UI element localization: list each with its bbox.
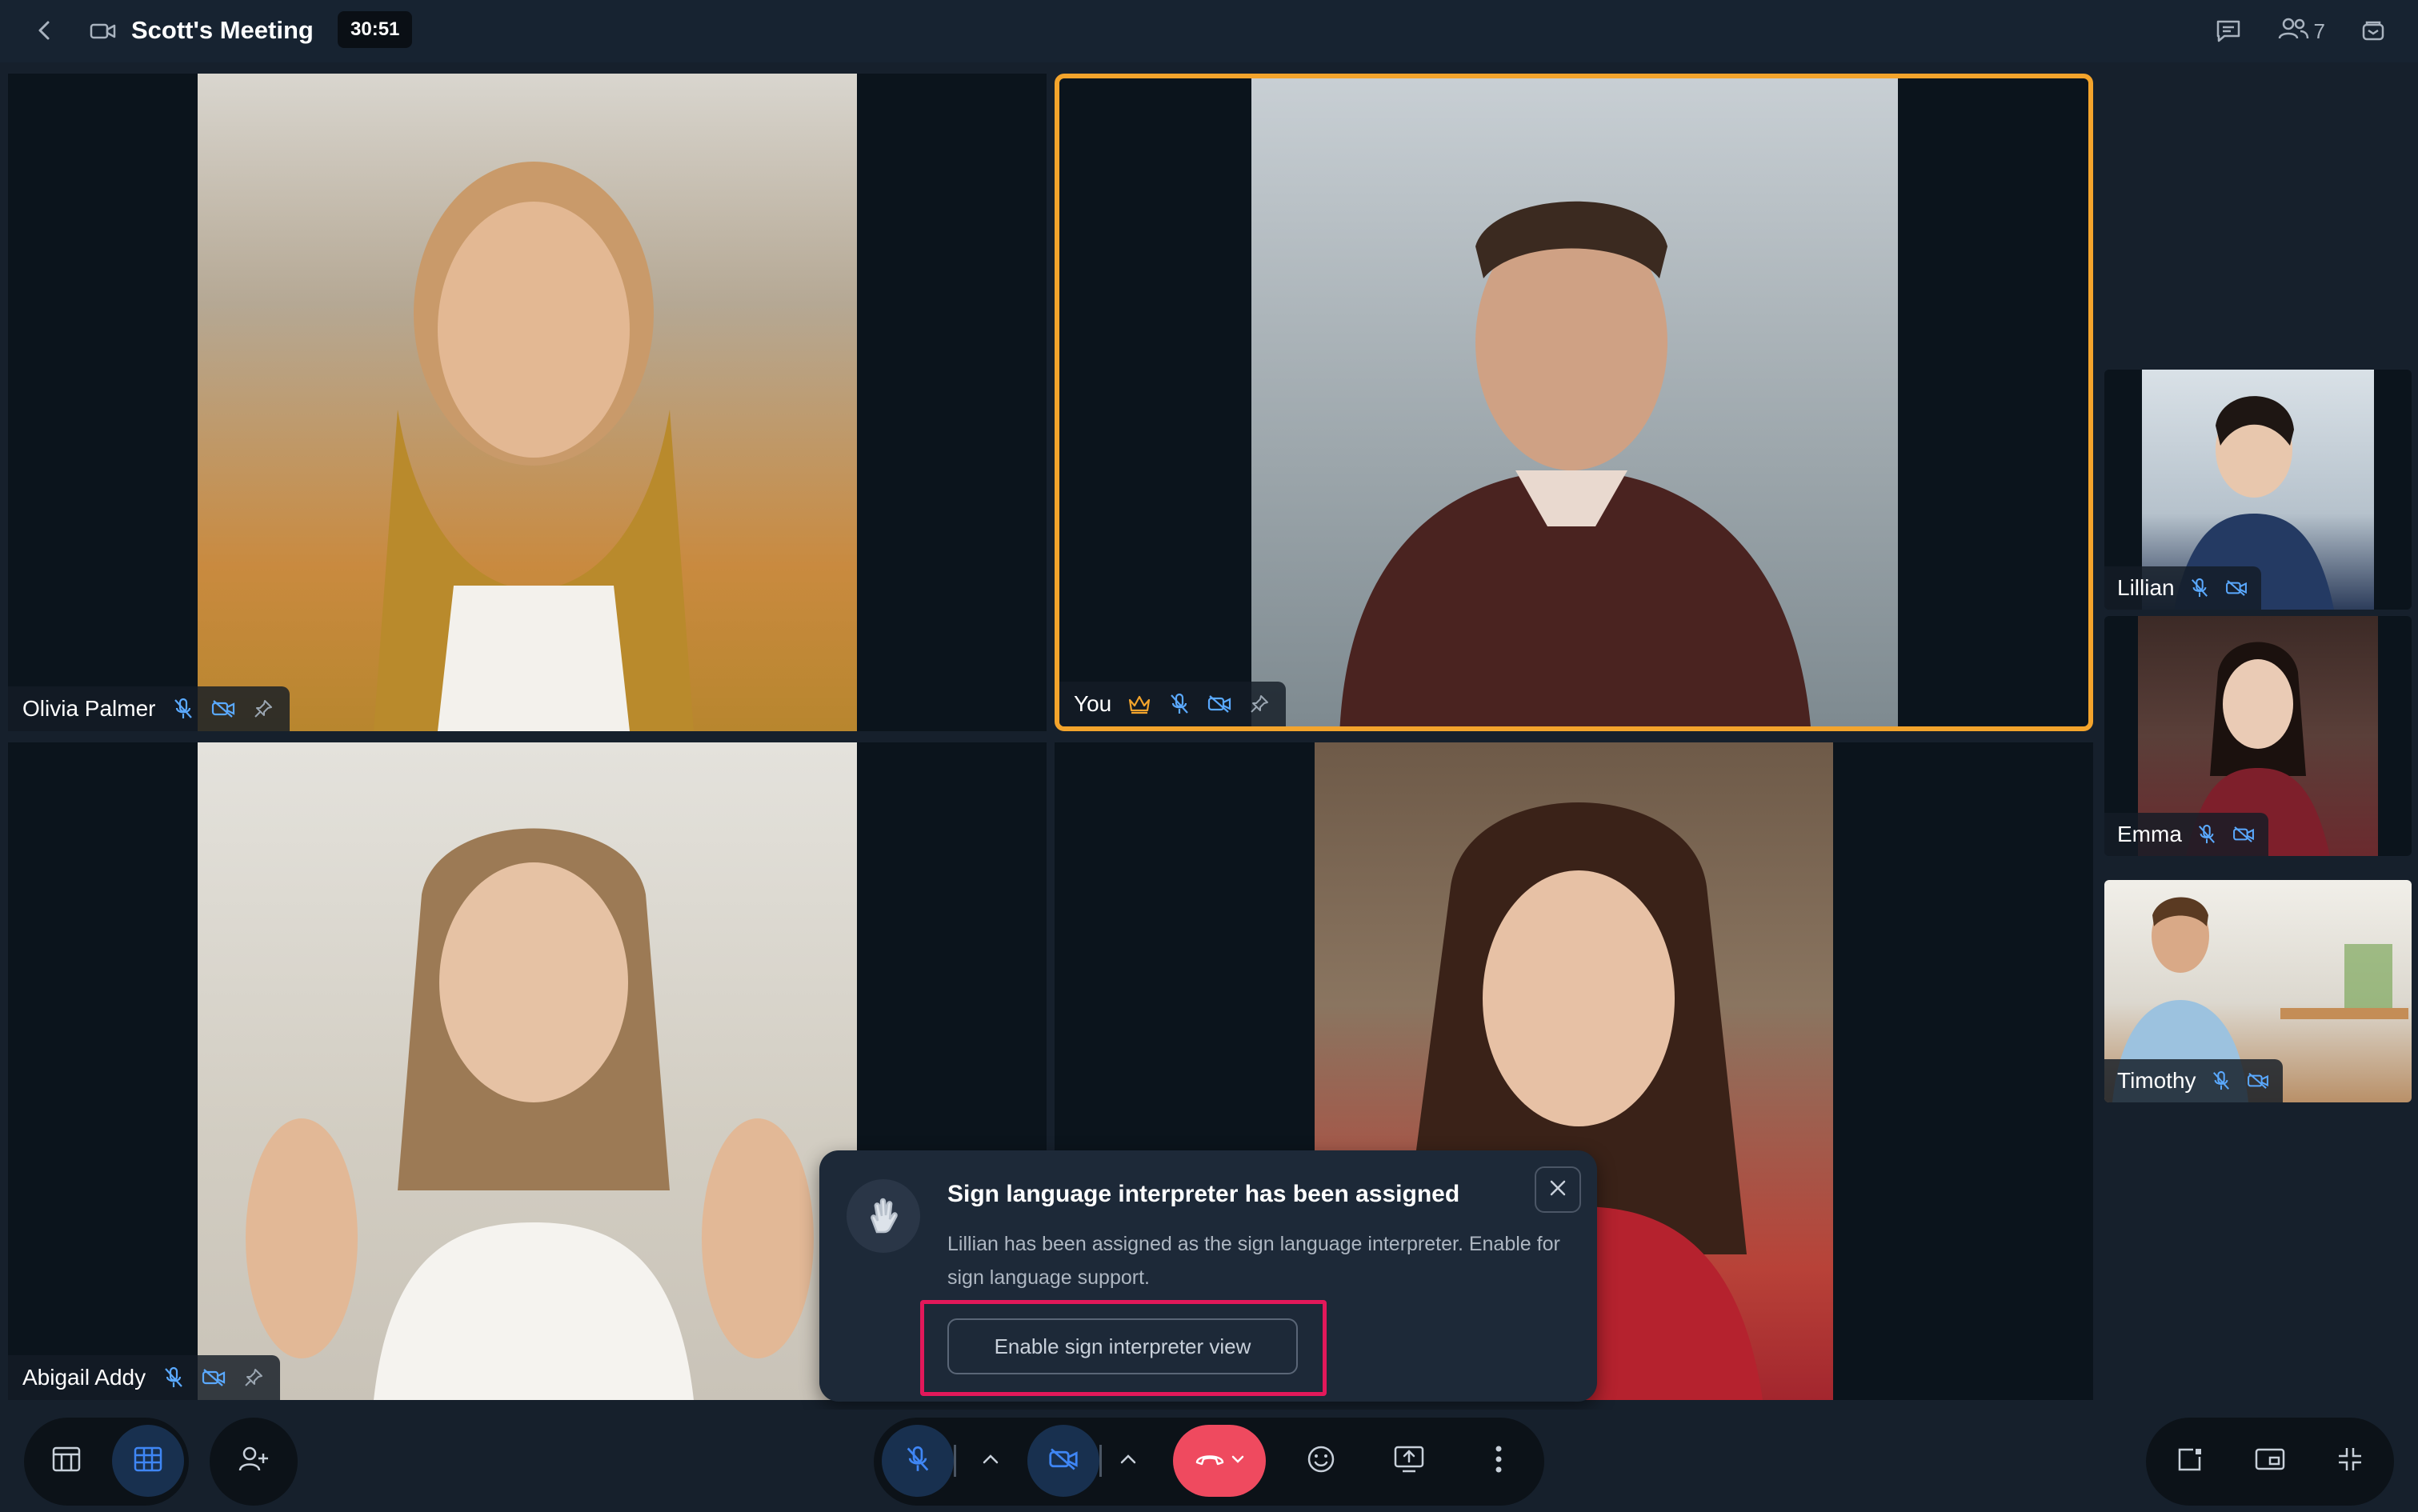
grid-view-button[interactable] xyxy=(112,1425,184,1497)
enable-sign-interpreter-button[interactable]: Enable sign interpreter view xyxy=(947,1318,1298,1374)
camera-off-icon xyxy=(211,697,235,721)
chevron-up-icon xyxy=(982,1454,999,1469)
layers-icon[interactable] xyxy=(2360,18,2386,44)
participant-thumbnail[interactable]: Lillian xyxy=(2104,370,2412,610)
video-options-button[interactable] xyxy=(1104,1425,1152,1497)
participant-name-bar: Emma xyxy=(2104,813,2268,856)
mic-muted-icon xyxy=(905,1445,931,1478)
interpreter-notification: Sign language interpreter has been assig… xyxy=(819,1150,1597,1402)
participant-video xyxy=(1251,78,1898,726)
end-call-button[interactable] xyxy=(1173,1425,1266,1497)
participant-name: Timothy xyxy=(2117,1068,2196,1093)
chat-icon[interactable] xyxy=(2215,18,2242,44)
notification-message: Lillian has been assigned as the sign la… xyxy=(947,1233,1560,1289)
camera-off-icon xyxy=(2232,822,2256,846)
participant-name: Lillian xyxy=(2117,575,2175,600)
mic-muted-icon xyxy=(2188,576,2212,600)
participant-name-bar: Lillian xyxy=(2104,566,2261,610)
grid-icon xyxy=(133,1446,163,1477)
pin-icon[interactable] xyxy=(242,1366,266,1390)
participant-name: Abigail Addy xyxy=(22,1365,146,1390)
top-bar: Scott's Meeting 30:51 7 xyxy=(0,0,2418,62)
minimize-icon xyxy=(2336,1445,2364,1478)
exit-fullscreen-button[interactable] xyxy=(2314,1425,2386,1497)
share-screen-button[interactable] xyxy=(1373,1425,1445,1497)
notification-title: Sign language interpreter has been assig… xyxy=(947,1181,1460,1207)
picture-in-picture-button[interactable] xyxy=(2234,1425,2306,1497)
close-icon xyxy=(1548,1178,1567,1202)
camera-off-icon xyxy=(202,1366,226,1390)
mic-muted-icon xyxy=(2209,1069,2233,1093)
popout-button[interactable] xyxy=(2154,1425,2226,1497)
popout-icon xyxy=(2176,1446,2204,1477)
sign-language-icon xyxy=(847,1179,920,1253)
participants-button[interactable]: 7 xyxy=(2277,17,2325,46)
top-actions: 7 xyxy=(2215,13,2386,50)
pip-icon xyxy=(2254,1447,2286,1475)
camera-off-icon xyxy=(2246,1069,2270,1093)
meeting-timer: 30:51 xyxy=(338,11,413,48)
more-vertical-icon xyxy=(1495,1444,1503,1478)
camera-off-icon xyxy=(1048,1447,1079,1475)
camera-off-icon xyxy=(1207,692,1231,716)
emoji-icon xyxy=(1306,1444,1336,1478)
video-tile-self[interactable]: You xyxy=(1055,74,2093,731)
camera-off-icon xyxy=(2224,576,2248,600)
chevron-up-icon xyxy=(1119,1454,1137,1469)
participants-icon xyxy=(2277,17,2309,46)
more-options-button[interactable] xyxy=(1463,1425,1535,1497)
participant-name-bar: Abigail Addy xyxy=(8,1355,281,1400)
participant-video xyxy=(198,74,857,731)
speaker-layout-icon xyxy=(51,1446,82,1477)
participant-name-bar: You xyxy=(1059,682,1287,726)
close-button[interactable] xyxy=(1535,1166,1581,1213)
chevron-down-icon xyxy=(1231,1454,1245,1468)
mic-toggle-button[interactable] xyxy=(882,1425,954,1497)
add-user-icon xyxy=(238,1446,270,1477)
participants-count: 7 xyxy=(2313,18,2325,43)
participant-thumbnail[interactable]: Timothy xyxy=(2104,880,2412,1102)
back-chevron-icon[interactable] xyxy=(29,14,61,46)
participant-name: Olivia Palmer xyxy=(22,696,156,721)
camera-toggle-button[interactable] xyxy=(1027,1425,1099,1497)
mic-muted-icon xyxy=(2195,822,2219,846)
meeting-title: Scott's Meeting xyxy=(131,16,314,44)
speaker-view-button[interactable] xyxy=(30,1425,102,1497)
crown-icon xyxy=(1127,692,1151,716)
audio-options-button[interactable] xyxy=(967,1425,1015,1497)
video-camera-icon xyxy=(88,16,118,46)
hang-up-icon xyxy=(1194,1451,1226,1471)
divider xyxy=(954,1445,956,1477)
participant-name: You xyxy=(1074,691,1112,716)
participant-thumbnail[interactable]: Emma xyxy=(2104,616,2412,856)
participant-name-bar: Olivia Palmer xyxy=(8,686,290,731)
participant-name-bar: Timothy xyxy=(2104,1059,2283,1102)
add-participant-button[interactable] xyxy=(218,1425,290,1497)
mic-muted-icon xyxy=(1167,692,1191,716)
share-screen-icon xyxy=(1393,1445,1425,1478)
video-tile[interactable]: Olivia Palmer xyxy=(8,74,1047,731)
mic-muted-icon xyxy=(162,1366,186,1390)
mic-muted-icon xyxy=(171,697,195,721)
participant-name: Emma xyxy=(2117,822,2182,846)
divider xyxy=(1099,1445,1102,1477)
pin-icon[interactable] xyxy=(251,697,275,721)
pin-icon[interactable] xyxy=(1247,692,1271,716)
participant-video xyxy=(198,742,857,1400)
reactions-button[interactable] xyxy=(1285,1425,1357,1497)
